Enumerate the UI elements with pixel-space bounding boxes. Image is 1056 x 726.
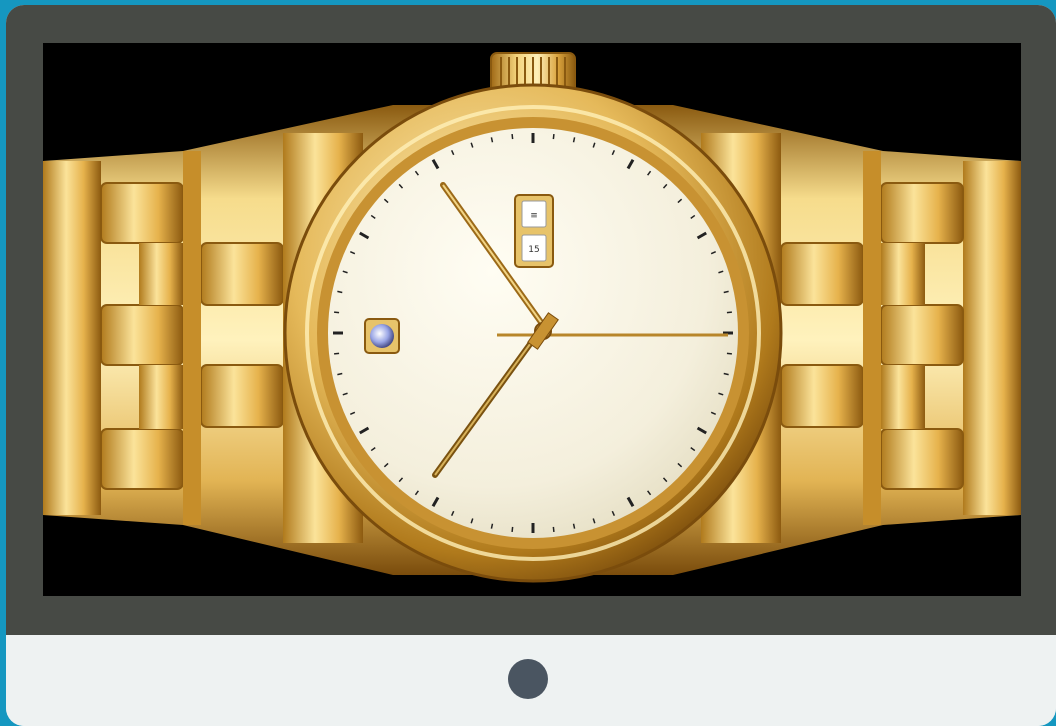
minute-tick [552,526,555,532]
minute-tick [334,352,340,355]
date-window-bottom: 15 [528,245,539,255]
minute-tick [511,526,514,532]
minute-tick [490,523,494,529]
monitor: ≡ 15 [6,5,1056,726]
minute-tick [337,290,343,294]
minute-tick [726,311,732,314]
minute-tick [723,372,729,376]
monitor-bezel: ≡ 15 [6,5,1056,635]
watch-image: ≡ 15 [43,52,1021,583]
diamond-marker [364,318,400,354]
minute-tick [511,134,514,140]
minute-tick [723,290,729,294]
minute-tick [552,134,555,140]
power-button[interactable] [508,659,548,699]
minute-tick [572,523,576,529]
monitor-screen: ≡ 15 [43,43,1021,596]
minute-tick [572,137,576,143]
minute-tick [490,137,494,143]
minute-tick [726,352,732,355]
minute-tick [334,311,340,314]
date-window: ≡ 15 [514,194,554,268]
minute-tick [337,372,343,376]
date-window-top: ≡ [530,211,538,221]
